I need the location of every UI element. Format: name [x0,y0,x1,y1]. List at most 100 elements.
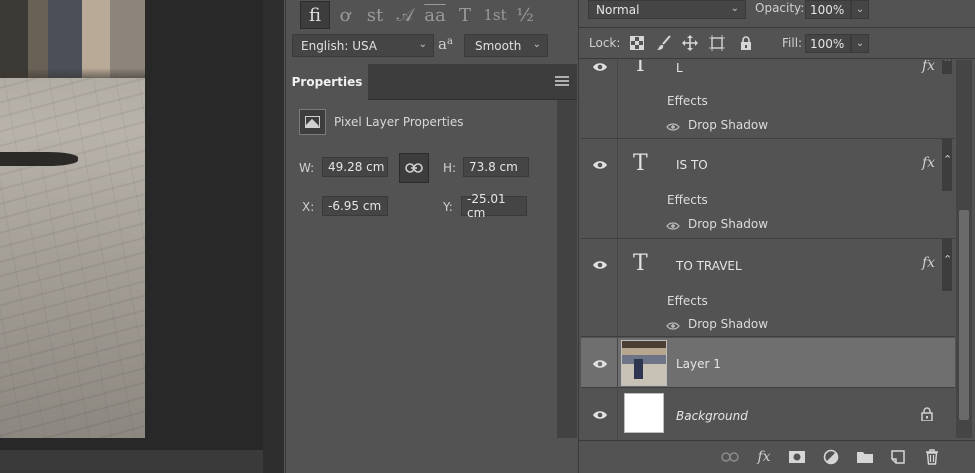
discretionary-ligature-button[interactable]: st [360,1,390,29]
eye-icon[interactable] [592,259,608,271]
stylistic-alternates-button[interactable]: aa [420,1,450,29]
text-layer-icon: T [633,251,648,276]
layer-row-l[interactable]: T L fx ⌃ Effects Drop Shadow [581,60,955,139]
layer-name[interactable]: L [676,61,683,75]
opacity-dropdown-icon[interactable]: ⌄ [851,0,869,19]
height-field[interactable]: 73.8 cm [463,157,529,177]
canvas-horizontal-scrollbar[interactable] [0,450,263,473]
canvas-vertical-scrollbar[interactable] [263,0,284,473]
width-label: W: [299,161,315,175]
blend-mode-value: Normal [596,2,640,17]
ordinals-button[interactable]: 1st [480,1,510,29]
layers-footer-toolbar [578,440,975,473]
visibility-column [581,139,618,238]
fill-dropdown-icon[interactable]: ⌄ [851,34,869,53]
fx-icon[interactable]: fx [922,60,935,74]
text-layer-icon: T [633,60,648,77]
add-layer-style-icon[interactable]: fx [754,448,774,466]
x-field[interactable]: -6.95 cm [322,196,388,216]
old-style-button[interactable]: ơ [330,1,360,29]
drop-shadow-label[interactable]: Drop Shadow [688,317,768,331]
fx-icon[interactable]: fx [922,255,935,271]
layer-list: T L fx ⌃ Effects Drop Shadow T IS TO fx … [581,60,955,440]
lock-position-icon[interactable] [680,33,700,53]
swash-button[interactable]: 𝒜 [390,1,420,29]
chevron-down-icon: ⌄ [532,39,541,50]
layer-name[interactable]: Background [676,409,748,423]
ligature-button[interactable]: fi [300,1,330,29]
width-field[interactable]: 49.28 cm [322,157,388,177]
opentype-glyph-row: fi ơ st 𝒜 aa T 1st ½ [300,0,540,30]
drop-shadow-label[interactable]: Drop Shadow [688,118,768,132]
eye-icon[interactable] [592,358,608,370]
opacity-field[interactable]: 100% [805,0,851,19]
text-layer-icon: T [633,151,648,176]
link-dimensions-button[interactable] [399,153,429,183]
panel-menu-icon[interactable] [555,76,569,88]
layer-row-is-to[interactable]: T IS TO fx ⌃ Effects Drop Shadow [581,139,955,239]
new-layer-icon[interactable] [888,448,908,466]
photo-crowd-region [0,0,145,78]
lock-all-icon[interactable] [736,33,756,53]
chevron-up-icon[interactable]: ⌃ [943,253,952,266]
link-icon [405,163,423,173]
document-canvas[interactable] [0,0,284,473]
lock-artboard-icon[interactable] [707,33,727,53]
language-select[interactable]: English: USA ⌄ [292,34,434,57]
eye-icon[interactable] [592,159,608,171]
y-field[interactable]: -25.01 cm [461,192,527,220]
y-label: Y: [443,200,453,214]
effects-label: Effects [667,294,708,308]
layer-name[interactable]: Layer 1 [676,357,721,371]
opacity-label: Opacity: [755,1,805,15]
eye-icon[interactable] [592,61,608,73]
lock-image-pixels-icon[interactable] [654,33,674,53]
fx-icon[interactable]: fx [922,155,935,171]
visibility-column [581,239,618,336]
layer-name[interactable]: TO TRAVEL [676,259,742,273]
link-layers-icon[interactable] [720,448,740,466]
fractions-button[interactable]: ½ [510,1,540,29]
anti-alias-select[interactable]: Smooth ⌄ [464,34,548,57]
eye-icon[interactable] [666,221,680,231]
anti-alias-value: Smooth [475,38,522,53]
lock-icon [921,407,933,421]
x-label: X: [302,200,315,214]
eye-icon[interactable] [666,321,680,331]
lock-transparent-pixels-icon[interactable] [627,33,647,53]
properties-scrollbar[interactable] [557,100,577,438]
delete-layer-icon[interactable] [922,448,942,466]
add-mask-icon[interactable] [787,448,807,466]
fill-field[interactable]: 100% [805,34,851,53]
layer-row-background[interactable]: Background [581,389,955,440]
layer-thumbnail [621,340,667,386]
fill-label: Fill: [782,36,803,50]
chevron-down-icon: ⌄ [418,39,427,50]
effects-label: Effects [667,94,708,108]
adjustment-layer-icon[interactable] [821,448,841,466]
effects-label: Effects [667,193,708,207]
drop-shadow-label[interactable]: Drop Shadow [688,217,768,231]
properties-title: Pixel Layer Properties [334,115,464,129]
properties-panel-header: Properties [286,64,577,100]
chevron-down-icon: ⌄ [730,3,739,14]
layer-name[interactable]: IS TO [676,158,708,172]
pixel-layer-icon [299,109,326,135]
layer-row-to-travel[interactable]: T TO TRAVEL fx ⌃ Effects Drop Shadow [581,239,955,337]
layers-scrollbar-thumb[interactable] [959,210,969,420]
blend-mode-select[interactable]: Normal ⌄ [588,0,746,19]
layer-row-layer-1[interactable]: Layer 1 [581,338,955,388]
height-label: H: [443,161,457,175]
chevron-up-icon[interactable]: ⌃ [943,153,952,166]
anti-alias-icon: aa [438,35,453,53]
photo-shadow-region [0,152,78,166]
new-group-folder-icon[interactable] [855,448,875,466]
canvas-photo [0,0,145,438]
eye-icon[interactable] [592,409,608,421]
eye-icon[interactable] [666,122,680,132]
titling-alternates-button[interactable]: T [450,1,480,29]
chevron-up-icon[interactable]: ⌃ [943,60,952,69]
tab-properties[interactable]: Properties [286,64,368,100]
lock-label: Lock: [589,36,621,50]
language-value: English: USA [301,38,378,53]
